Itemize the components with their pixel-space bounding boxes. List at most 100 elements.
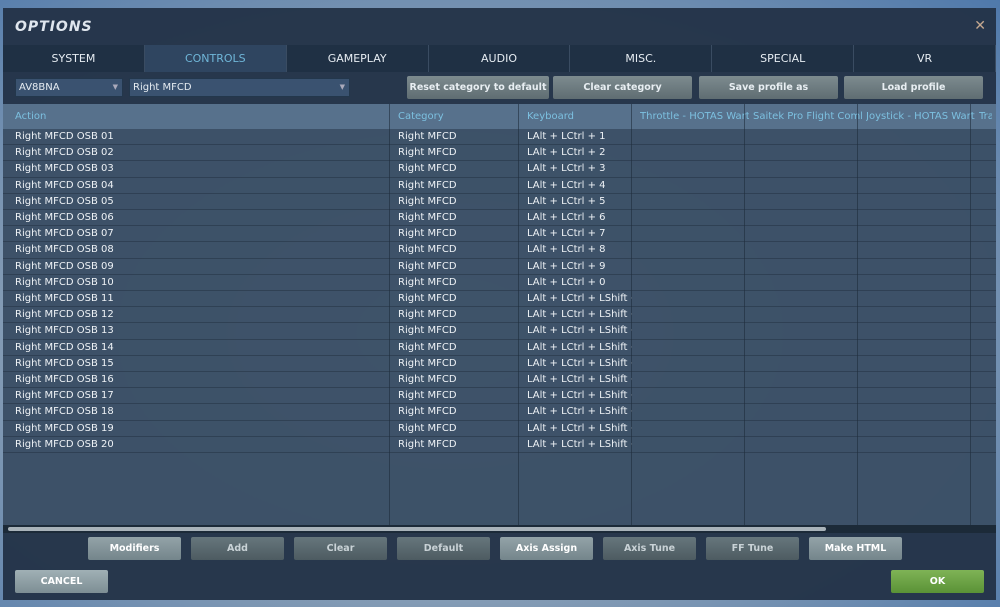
table-row[interactable]: Right MFCD OSB 18 Right MFCD LAlt + LCtrl …: [3, 404, 996, 421]
column-header[interactable]: Throttle - HOTAS Wart: [640, 104, 749, 129]
action-cell: Right MFCD OSB 17: [15, 390, 114, 402]
category-cell: Right MFCD: [398, 309, 457, 321]
category-select[interactable]: Right MFCD ▼: [129, 78, 350, 97]
tab-gameplay[interactable]: GAMEPLAY: [287, 45, 429, 72]
reset-category-button[interactable]: Reset category to default: [407, 76, 549, 99]
keyboard-cell: LAlt + LCtrl + LShift +: [527, 309, 632, 321]
column-header[interactable]: Saitek Pro Flight Comb: [753, 104, 862, 129]
keyboard-cell: LAlt + LCtrl + LShift +: [527, 438, 632, 450]
chevron-down-icon: ▼: [339, 83, 345, 91]
category-cell: Right MFCD: [398, 357, 457, 369]
column-header[interactable]: Category: [398, 104, 523, 129]
chevron-down-icon: ▼: [112, 83, 118, 91]
category-cell: Right MFCD: [398, 195, 457, 207]
action-cell: Right MFCD OSB 10: [15, 276, 114, 288]
category-cell: Right MFCD: [398, 341, 457, 353]
keyboard-cell: LAlt + LCtrl + LShift +: [527, 293, 632, 304]
action-cell: Right MFCD OSB 04: [15, 179, 114, 191]
action-cell: Right MFCD OSB 14: [15, 341, 114, 353]
table-row[interactable]: Right MFCD OSB 12 Right MFCD LAlt + LCtrl …: [3, 307, 996, 324]
action-cell: Right MFCD OSB 13: [15, 325, 114, 337]
axis-tune-button[interactable]: Axis Tune: [603, 537, 696, 560]
cancel-button[interactable]: CANCEL: [15, 570, 108, 593]
table-row[interactable]: Right MFCD OSB 02 Right MFCD LAlt + LCtrl …: [3, 145, 996, 162]
category-cell: Right MFCD: [398, 293, 457, 304]
table-row[interactable]: Right MFCD OSB 05 Right MFCD LAlt + LCtrl …: [3, 194, 996, 210]
category-cell: Right MFCD: [398, 244, 457, 256]
category-value: Right MFCD: [133, 82, 192, 93]
make-html-button[interactable]: Make HTML: [809, 537, 902, 560]
add-button[interactable]: Add: [191, 537, 284, 560]
action-cell: Right MFCD OSB 02: [15, 147, 114, 159]
action-cell: Right MFCD OSB 15: [15, 357, 114, 369]
table-row[interactable]: Right MFCD OSB 07 Right MFCD LAlt + LCtrl …: [3, 226, 996, 243]
tab-misc[interactable]: MISC.: [570, 45, 713, 72]
load-profile-button[interactable]: Load profile: [844, 76, 983, 99]
ff-tune-button[interactable]: FF Tune: [706, 537, 799, 560]
table-row[interactable]: Right MFCD OSB 19 Right MFCD LAlt + LCtrl …: [3, 421, 996, 437]
horizontal-scrollbar[interactable]: [3, 525, 996, 533]
clear-category-button[interactable]: Clear category: [553, 76, 692, 99]
modifiers-button[interactable]: Modifiers: [88, 537, 181, 560]
column-header[interactable]: Joystick - HOTAS Wartl: [866, 104, 975, 129]
table-row[interactable]: Right MFCD OSB 16 Right MFCD LAlt + LCtrl …: [3, 372, 996, 389]
action-cell: Right MFCD OSB 08: [15, 244, 114, 256]
bindings-table: Action Category Keyboard Throttle - HOTAS W…: [3, 104, 996, 525]
action-cell: Right MFCD OSB 18: [15, 406, 114, 418]
category-cell: Right MFCD: [398, 147, 457, 159]
table-row[interactable]: Right MFCD OSB 01 Right MFCD LAlt + LCtrl …: [3, 129, 996, 146]
table-row[interactable]: Right MFCD OSB 09 Right MFCD LAlt + LCtrl …: [3, 259, 996, 275]
category-cell: Right MFCD: [398, 422, 457, 434]
column-header[interactable]: Action: [15, 104, 394, 129]
default-button[interactable]: Default: [397, 537, 490, 560]
table-row[interactable]: Right MFCD OSB 08 Right MFCD LAlt + LCtrl …: [3, 242, 996, 259]
clear-button[interactable]: Clear: [294, 537, 387, 560]
scrollbar-thumb[interactable]: [8, 527, 826, 531]
keyboard-cell: LAlt + LCtrl + 1: [527, 131, 606, 142]
category-cell: Right MFCD: [398, 390, 457, 402]
table-row[interactable]: Right MFCD OSB 20 Right MFCD LAlt + LCtrl …: [3, 437, 996, 453]
table-row[interactable]: Right MFCD OSB 15 Right MFCD LAlt + LCtrl …: [3, 356, 996, 372]
aircraft-value: AV8BNA: [19, 82, 60, 93]
category-cell: Right MFCD: [398, 438, 457, 450]
table-row[interactable]: Right MFCD OSB 13 Right MFCD LAlt + LCtrl …: [3, 323, 996, 340]
table-row[interactable]: Right MFCD OSB 11 Right MFCD LAlt + LCtrl …: [3, 291, 996, 308]
close-icon[interactable]: ✕: [974, 18, 986, 34]
tab-audio[interactable]: AUDIO: [429, 45, 571, 72]
keyboard-cell: LAlt + LCtrl + 7: [527, 228, 606, 240]
column-header[interactable]: Trac: [979, 104, 992, 129]
action-cell: Right MFCD OSB 05: [15, 195, 114, 207]
tab-controls[interactable]: CONTROLS: [144, 45, 287, 72]
keyboard-cell: LAlt + LCtrl + 3: [527, 163, 606, 175]
tab-special[interactable]: SPECIAL: [712, 45, 855, 72]
tab-vr[interactable]: VR: [854, 45, 997, 72]
table-row[interactable]: Right MFCD OSB 06 Right MFCD LAlt + LCtrl …: [3, 210, 996, 227]
save-profile-button[interactable]: Save profile as: [699, 76, 838, 99]
keyboard-cell: LAlt + LCtrl + LShift +: [527, 374, 632, 385]
table-row[interactable]: Right MFCD OSB 10 Right MFCD LAlt + LCtrl …: [3, 275, 996, 291]
category-cell: Right MFCD: [398, 163, 457, 175]
window-title: OPTIONS: [15, 19, 93, 35]
axis-assign-button[interactable]: Axis Assign: [500, 537, 593, 560]
keyboard-cell: LAlt + LCtrl + 6: [527, 212, 606, 223]
table-row[interactable]: Right MFCD OSB 03 Right MFCD LAlt + LCtrl …: [3, 161, 996, 178]
category-cell: Right MFCD: [398, 131, 457, 142]
action-cell: Right MFCD OSB 09: [15, 260, 114, 272]
category-cell: Right MFCD: [398, 325, 457, 337]
table-row[interactable]: Right MFCD OSB 17 Right MFCD LAlt + LCtrl …: [3, 388, 996, 405]
keyboard-cell: LAlt + LCtrl + LShift +: [527, 422, 632, 434]
tab-system[interactable]: SYSTEM: [3, 45, 145, 72]
action-cell: Right MFCD OSB 07: [15, 228, 114, 240]
ok-button[interactable]: OK: [891, 570, 984, 593]
keyboard-cell: LAlt + LCtrl + LShift +: [527, 406, 632, 418]
category-cell: Right MFCD: [398, 406, 457, 418]
keyboard-cell: LAlt + LCtrl + 4: [527, 179, 606, 191]
table-row[interactable]: Right MFCD OSB 04 Right MFCD LAlt + LCtrl …: [3, 178, 996, 194]
column-header[interactable]: Keyboard: [527, 104, 636, 129]
action-cell: Right MFCD OSB 16: [15, 374, 114, 385]
action-cell: Right MFCD OSB 01: [15, 131, 114, 142]
aircraft-select[interactable]: AV8BNA ▼: [15, 78, 123, 97]
table-row[interactable]: Right MFCD OSB 14 Right MFCD LAlt + LCtrl …: [3, 340, 996, 356]
tab-bar: SYSTEM CONTROLS GAMEPLAY AUDIO MISC. SPECIAL V…: [3, 45, 997, 72]
category-cell: Right MFCD: [398, 212, 457, 223]
